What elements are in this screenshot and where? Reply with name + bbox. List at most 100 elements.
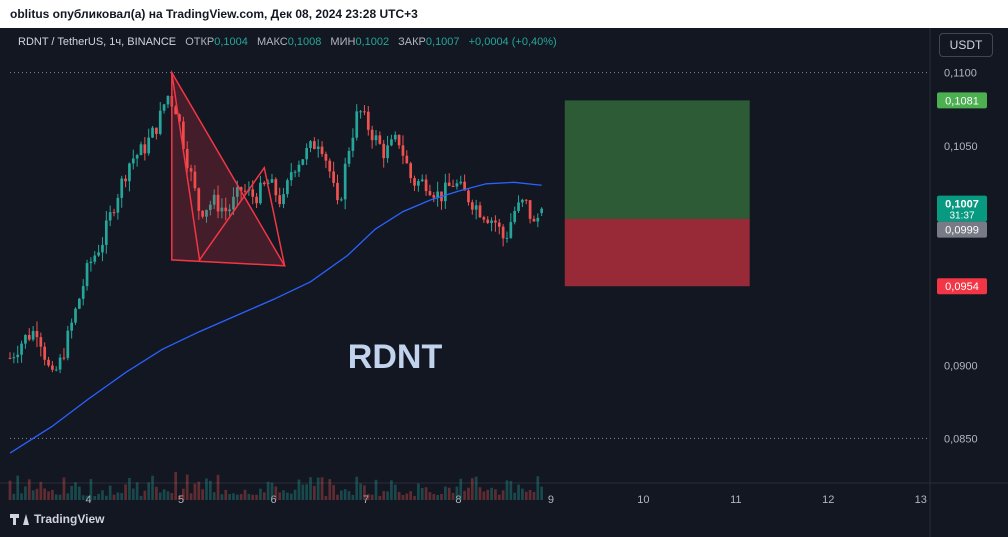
candle-body [451, 185, 455, 187]
volume-bar [70, 485, 73, 500]
candle [143, 137, 147, 161]
candle-body [155, 127, 158, 134]
volume-bar [467, 487, 470, 500]
pattern-triangle [171, 69, 286, 267]
time-tick-label: 11 [730, 494, 741, 506]
candle [274, 177, 278, 202]
candle [12, 352, 16, 364]
candle-body [39, 337, 43, 347]
volume-bar [77, 486, 81, 500]
candle-body [262, 182, 266, 185]
currency-button[interactable]: USDT [939, 33, 993, 57]
volume-bar [297, 479, 301, 500]
candle [540, 207, 544, 216]
candle-body [313, 141, 316, 149]
volume-bar [39, 481, 43, 500]
candle-body [320, 146, 324, 155]
volume-bar [251, 494, 255, 500]
candle-body [8, 357, 12, 359]
candle-body [459, 181, 463, 184]
candle-body [467, 190, 470, 203]
candle [124, 174, 127, 188]
volume-bar [413, 495, 416, 500]
volume-bar [205, 478, 208, 500]
volume-bar [193, 483, 197, 500]
candle-body [131, 158, 135, 164]
volume-bar [451, 492, 455, 500]
candle-body [420, 179, 424, 182]
chart-legend: RDNT / TetherUS, 1ч, BINANCE ОТКР0,1004 … [18, 36, 557, 48]
volume-bar [517, 484, 520, 500]
volume-bar [27, 479, 31, 500]
candle-body [124, 178, 127, 182]
candle [347, 147, 351, 168]
volume-bar [51, 489, 54, 500]
candle-body [255, 196, 258, 204]
candle-body [112, 212, 116, 214]
candle [116, 193, 120, 220]
candle [166, 95, 170, 109]
volume-bar [185, 474, 189, 500]
candle-body [540, 208, 544, 214]
candle-body [101, 244, 104, 253]
candle [162, 103, 166, 114]
open-label: ОТКР [185, 36, 215, 48]
candle [77, 297, 81, 310]
volume-bar [108, 485, 112, 500]
volume-bar [278, 492, 282, 500]
candle [293, 170, 297, 178]
candle [282, 187, 285, 209]
volume-bar [74, 482, 77, 500]
candle [451, 179, 455, 188]
tradingview-logo[interactable]: TradingView [10, 512, 104, 526]
candle [363, 105, 366, 116]
candle [443, 173, 447, 209]
volume-bar [120, 493, 124, 500]
candle-body [386, 145, 389, 159]
volume-bar [355, 476, 359, 500]
volume-bar [85, 495, 89, 500]
price-tick-label: 0,0850 [944, 433, 978, 445]
volume-bar [93, 495, 97, 500]
candle-body [270, 179, 274, 183]
candle-body [370, 129, 374, 141]
price-badge-label: 0,0999 [945, 225, 979, 237]
symbol-label[interactable]: RDNT / TetherUS, 1ч, BINANCE [18, 36, 176, 48]
candle [51, 360, 54, 373]
volume-bar [131, 488, 135, 500]
candle [390, 134, 393, 147]
volume-bar [316, 477, 320, 500]
volume-bar [104, 495, 108, 500]
candle [524, 199, 528, 205]
candle-body [31, 331, 35, 340]
candle [366, 106, 370, 136]
candle-body [120, 178, 124, 198]
high-label: МАКС [256, 36, 288, 48]
price-chart[interactable]: 0,11000,10500,09000,08504 5 6 7 8 9 10 11 12 13RD… [0, 28, 1008, 537]
volume-bar [259, 488, 262, 500]
candle [85, 259, 89, 291]
candle [101, 237, 104, 262]
close-label: ЗАКР [398, 36, 426, 48]
volume-bar [313, 485, 316, 500]
candle-body [62, 357, 66, 359]
candle [58, 354, 62, 374]
price-badge-target: 0,1081 [937, 92, 987, 109]
candle-body [339, 199, 343, 201]
candle [455, 179, 459, 190]
candle-body [81, 286, 85, 299]
volume-bar [243, 489, 247, 500]
volume-bar [112, 494, 116, 500]
change-value: +0,0004 (+0,40%) [468, 36, 557, 48]
candle [413, 175, 416, 192]
volume-bar [386, 491, 389, 500]
candle-body [405, 155, 409, 164]
candle [286, 178, 289, 198]
candle [463, 174, 466, 191]
candle [278, 187, 282, 208]
candle [328, 158, 332, 178]
volume-bar [81, 495, 85, 500]
candle-body [51, 365, 54, 370]
volume-bar [301, 484, 305, 500]
candle-body [243, 190, 247, 192]
